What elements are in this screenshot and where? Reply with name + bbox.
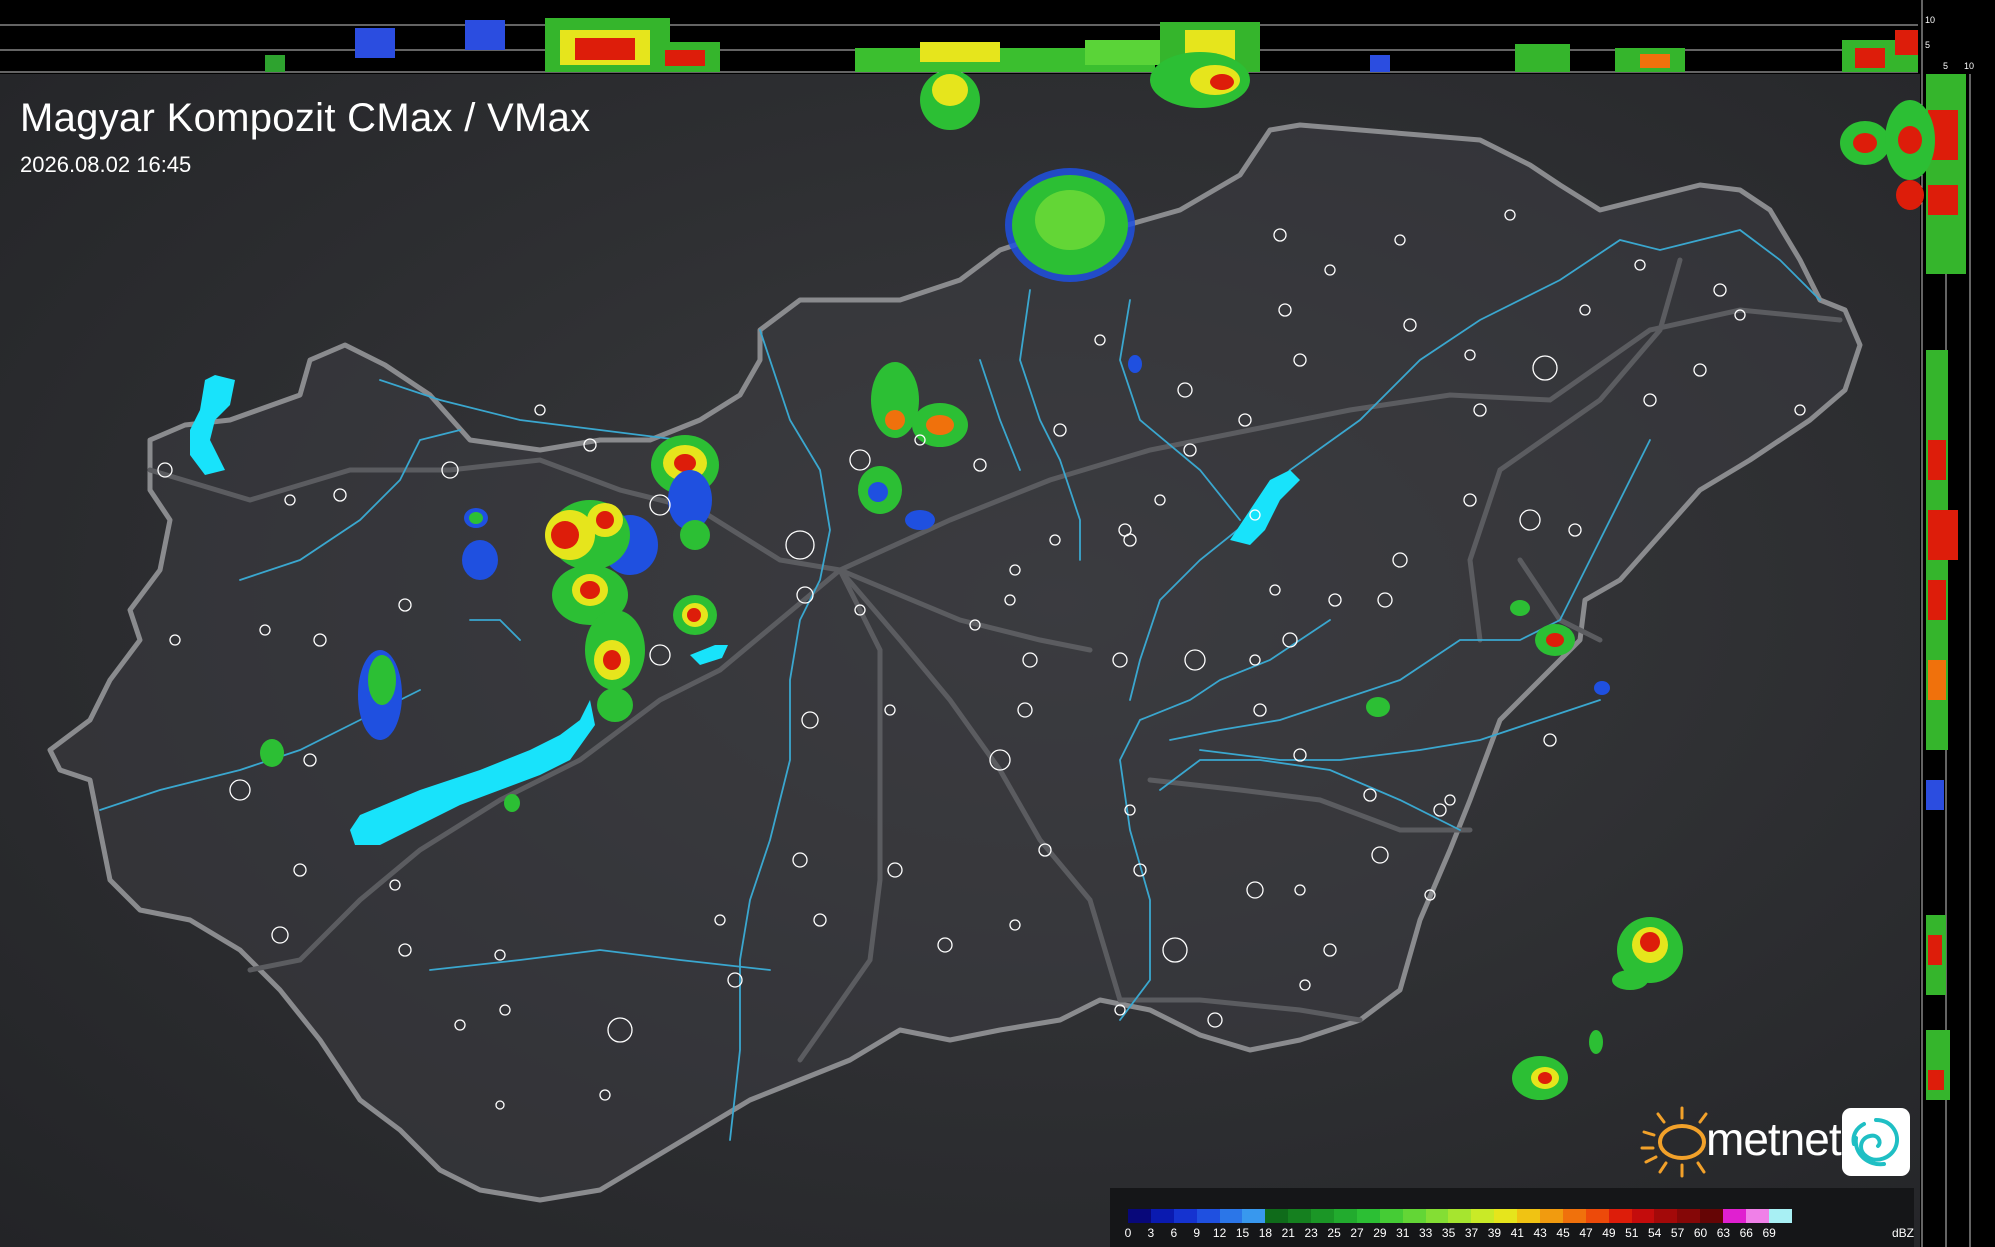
- legend-swatch: [1219, 1209, 1243, 1223]
- top-profile-echoes: [265, 18, 1918, 72]
- legend-label: 60: [1693, 1226, 1708, 1240]
- legend-label: 18: [1258, 1226, 1273, 1240]
- legend-label: 66: [1739, 1226, 1753, 1240]
- legend-label: 57: [1670, 1226, 1685, 1240]
- legend-label: 41: [1510, 1226, 1524, 1240]
- legend-swatch: [1608, 1209, 1632, 1223]
- legend-label: 43: [1533, 1226, 1547, 1240]
- legend-swatch: [1379, 1209, 1403, 1223]
- legend-label: 54: [1648, 1226, 1662, 1240]
- legend-swatch: [1540, 1209, 1563, 1223]
- legend-swatch: [1517, 1209, 1541, 1223]
- legend-swatch: [1562, 1209, 1586, 1223]
- right-scale-label-10: 10: [1964, 61, 1975, 71]
- legend-swatch: [1471, 1209, 1495, 1223]
- legend-swatch: [1768, 1209, 1792, 1223]
- legend-label: 9: [1193, 1226, 1201, 1240]
- legend-label: 69: [1762, 1226, 1776, 1240]
- legend-swatch: [1334, 1209, 1357, 1223]
- legend-unit: dBZ: [1892, 1226, 1915, 1240]
- top-scale-label-5: 5: [1925, 40, 1931, 50]
- legend-swatch: [1425, 1209, 1449, 1223]
- legend-swatch: [1173, 1209, 1197, 1223]
- map-overlay: [0, 0, 1971, 1247]
- legend-label: 25: [1327, 1226, 1341, 1240]
- legend-swatch: [1448, 1209, 1472, 1223]
- legend-label: 3: [1147, 1226, 1155, 1240]
- legend-swatch: [1700, 1209, 1724, 1223]
- legend-label: 6: [1170, 1226, 1178, 1240]
- legend-label: 47: [1579, 1226, 1593, 1240]
- legend-swatch: [1402, 1209, 1426, 1223]
- legend-label: 29: [1373, 1226, 1387, 1240]
- legend-label: 21: [1281, 1226, 1295, 1240]
- map-timestamp: 2026.08.02 16:45: [20, 152, 192, 177]
- legend-label: 33: [1419, 1226, 1433, 1240]
- legend-swatch: [1150, 1209, 1174, 1223]
- legend-label: 39: [1487, 1226, 1502, 1240]
- legend-swatch: [1265, 1209, 1289, 1223]
- legend-label: 45: [1556, 1226, 1570, 1240]
- legend-swatch: [1196, 1209, 1220, 1223]
- legend-swatch: [1311, 1209, 1335, 1223]
- right-profile-echoes: [1926, 74, 1966, 1100]
- legend-swatch: [1585, 1209, 1609, 1223]
- legend-label: 15: [1235, 1226, 1250, 1240]
- legend-swatch: [1677, 1209, 1701, 1223]
- legend-color-bar: [1128, 1209, 1792, 1223]
- metnet-brand[interactable]: metnet: [1636, 1102, 1912, 1180]
- legend-swatch: [1128, 1209, 1151, 1223]
- legend-label: 63: [1716, 1226, 1731, 1240]
- legend-label: 35: [1441, 1226, 1456, 1240]
- legend-swatch: [1356, 1209, 1380, 1223]
- swirl-logo-icon: [1842, 1108, 1910, 1176]
- legend-label: 23: [1304, 1226, 1318, 1240]
- hungary-border: [47, 122, 1863, 1203]
- brand-name: metnet: [1706, 1113, 1842, 1165]
- legend-label: 12: [1212, 1226, 1227, 1240]
- sun-icon: [1640, 1106, 1708, 1178]
- legend-swatch: [1494, 1209, 1518, 1223]
- dbz-color-legend: 0 3 6 9 12 15 18 21 23 25 27 29 31 33 35 37 39 41 43 45 47 49…: [1110, 1188, 1914, 1247]
- map-title: Magyar Kompozit CMax / VMax: [20, 96, 591, 140]
- top-scale-label-10: 10: [1925, 15, 1936, 25]
- legend-swatch: [1288, 1209, 1312, 1223]
- legend-swatch: [1242, 1209, 1266, 1223]
- legend-label: 31: [1396, 1226, 1410, 1240]
- legend-swatch: [1746, 1209, 1769, 1223]
- legend-label: 51: [1625, 1226, 1639, 1240]
- radar-map-view: Magyar Kompozit CMax / VMax 2026.08.02 1…: [0, 0, 1995, 1247]
- right-scale-label-5: 5: [1943, 61, 1949, 71]
- legend-label: 49: [1602, 1226, 1616, 1240]
- legend-swatch: [1631, 1209, 1655, 1223]
- legend-label: 0: [1124, 1226, 1132, 1240]
- legend-label: 27: [1350, 1226, 1364, 1240]
- legend-label: 37: [1464, 1226, 1479, 1240]
- legend-swatch: [1723, 1209, 1747, 1223]
- legend-swatch: [1654, 1209, 1678, 1223]
